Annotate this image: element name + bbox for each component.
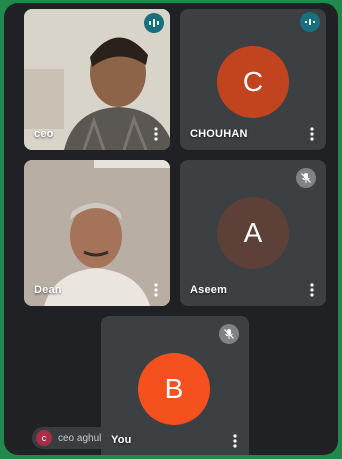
avatar: A	[217, 197, 289, 269]
avatar: B	[138, 353, 210, 425]
avatar: C	[217, 46, 289, 118]
more-options-icon[interactable]	[154, 127, 158, 141]
presenter-chip[interactable]: c ceo aghul	[32, 427, 112, 449]
mic-off-icon	[296, 168, 316, 188]
more-options-icon[interactable]	[233, 434, 237, 448]
participant-tile-ceo[interactable]: ceo	[24, 9, 170, 150]
chip-label: ceo aghul	[58, 432, 102, 444]
avatar-initial: A	[243, 217, 263, 248]
avatar-initial: C	[242, 66, 264, 97]
more-options-icon[interactable]	[310, 283, 314, 297]
participant-tile-you[interactable]: B You	[101, 316, 249, 455]
speaking-indicator-icon	[144, 13, 164, 33]
participant-name: CHOUHAN	[190, 128, 248, 140]
more-options-icon[interactable]	[310, 127, 314, 141]
meeting-grid: ceo C CHOUHAN Dean A Aseem B You c ceo a…	[4, 3, 338, 455]
more-options-icon[interactable]	[154, 283, 158, 297]
participant-tile-dean[interactable]: Dean	[24, 160, 170, 306]
participant-name: Dean	[34, 284, 62, 296]
avatar-initial: B	[164, 373, 184, 404]
participant-name: Aseem	[190, 284, 228, 296]
chip-avatar: c	[36, 430, 52, 446]
mic-off-icon	[219, 324, 239, 344]
participant-name: You	[111, 434, 132, 446]
speaking-indicator-icon	[300, 12, 320, 32]
participant-tile-aseem[interactable]: A Aseem	[180, 160, 326, 306]
participant-tile-chouhan[interactable]: C CHOUHAN	[180, 9, 326, 150]
participant-name: ceo	[34, 128, 54, 140]
